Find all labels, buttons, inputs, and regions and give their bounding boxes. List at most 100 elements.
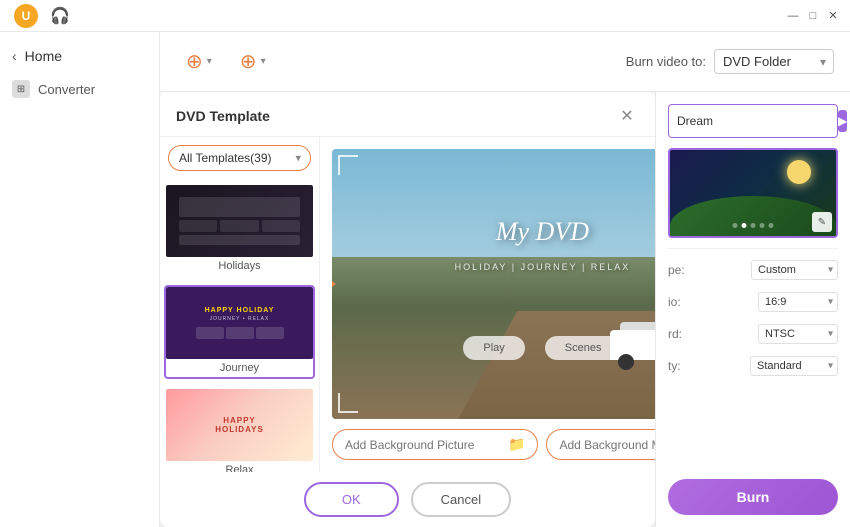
dvd-template-panel: ⊕ ▾ ⊕ ▾ Burn video to: DVD Folder ISO Fi… bbox=[160, 32, 850, 527]
option-ratio-wrapper: 16:9 4:3 bbox=[758, 292, 838, 312]
ok-button[interactable]: OK bbox=[304, 482, 399, 517]
option-quality-select[interactable]: Standard High Quality Low Quality bbox=[750, 356, 838, 376]
title-bar-controls: — □ ✕ bbox=[784, 7, 842, 25]
add-media-button[interactable]: ⊕ ▾ bbox=[176, 43, 222, 80]
dvd-title-text: My DVD bbox=[332, 217, 655, 247]
burn-video-label: Burn video to: bbox=[626, 54, 706, 69]
option-ratio-label: io: bbox=[668, 295, 681, 309]
template-item-journey[interactable]: HAPPY HOLIDAY JOURNEY • RELAX Jo bbox=[164, 285, 315, 379]
user-avatar[interactable]: U bbox=[14, 4, 38, 28]
sidebar-converter-label: Converter bbox=[38, 82, 95, 97]
bg-music-input[interactable] bbox=[559, 438, 655, 452]
template-name-journey: Journey bbox=[166, 359, 313, 377]
option-standard-select[interactable]: NTSC PAL bbox=[758, 324, 838, 344]
title-bar-left: U 🎧 bbox=[8, 4, 784, 28]
search-go-button[interactable]: ▶ bbox=[838, 110, 847, 132]
add-media-icon: ⊕ bbox=[186, 49, 203, 74]
sidebar: ‹ Home ⊞ Converter bbox=[0, 32, 160, 527]
bg-picture-input[interactable] bbox=[345, 438, 500, 452]
thumbnail-dot-5 bbox=[769, 223, 774, 228]
thumbnail-dots bbox=[733, 223, 774, 228]
bg-music-input-wrapper: 📁 bbox=[546, 429, 655, 460]
option-row-standard: rd: NTSC PAL bbox=[668, 323, 838, 345]
template-thumbnail-relax: HAPPYHOLIDAYS bbox=[166, 389, 313, 461]
sidebar-home-label: Home bbox=[25, 48, 62, 64]
preview-canvas: My DVD HOLIDAY | JOURNEY | RELAX Play Sc… bbox=[332, 149, 655, 419]
thumbnail-edit-button[interactable]: ✎ bbox=[812, 212, 832, 232]
thumbnail-moon bbox=[787, 160, 811, 184]
burn-destination-wrapper: DVD Folder ISO File DVD Disc bbox=[714, 49, 834, 74]
dvd-subtitle-text: HOLIDAY | JOURNEY | RELAX bbox=[332, 262, 655, 272]
option-standard-label: rd: bbox=[668, 327, 682, 341]
option-ratio-select[interactable]: 16:9 4:3 bbox=[758, 292, 838, 312]
option-type-wrapper: Custom Standard Widescreen bbox=[751, 260, 838, 280]
add-chapter-button[interactable]: ⊕ ▾ bbox=[230, 43, 276, 80]
thumbnail-dot-2 bbox=[742, 223, 747, 228]
title-bar: U 🎧 — □ ✕ bbox=[0, 0, 850, 32]
option-row-type: pe: Custom Standard Widescreen bbox=[668, 259, 838, 281]
main-content: ‹ Home ⊞ Converter ⊕ ▾ ⊕ ▾ Bu bbox=[0, 32, 850, 527]
template-filter: All Templates(39) Holiday Journey Relax bbox=[160, 137, 319, 179]
add-chapter-dropdown-icon: ▾ bbox=[261, 56, 266, 67]
thumbnail-dot-4 bbox=[760, 223, 765, 228]
bg-picture-input-wrapper: 📁 bbox=[332, 429, 538, 460]
template-name-relax: Relax bbox=[166, 461, 313, 472]
template-thumbnail-holidays bbox=[166, 185, 313, 257]
right-panel-spacer bbox=[668, 387, 838, 469]
burn-destination-select[interactable]: DVD Folder ISO File DVD Disc bbox=[714, 49, 834, 74]
dialog-footer: OK Cancel bbox=[160, 472, 655, 527]
option-quality-label: ty: bbox=[668, 359, 681, 373]
triangle-indicator bbox=[332, 274, 336, 294]
dialog-header: DVD Template ✕ bbox=[160, 92, 655, 137]
maximize-button[interactable]: □ bbox=[804, 7, 822, 25]
sidebar-back-button[interactable]: ‹ Home bbox=[0, 40, 159, 72]
burn-button[interactable]: Burn bbox=[668, 479, 838, 515]
preview-area: My DVD HOLIDAY | JOURNEY | RELAX Play Sc… bbox=[320, 137, 655, 472]
preview-sky bbox=[332, 149, 655, 271]
close-button[interactable]: ✕ bbox=[824, 7, 842, 25]
add-media-dropdown-icon: ▾ bbox=[207, 56, 212, 67]
option-quality-wrapper: Standard High Quality Low Quality bbox=[750, 356, 838, 376]
template-item-holidays[interactable]: Holidays bbox=[164, 183, 315, 277]
option-type-select[interactable]: Custom Standard Widescreen bbox=[751, 260, 838, 280]
template-name-holidays: Holidays bbox=[166, 257, 313, 275]
template-filter-wrapper: All Templates(39) Holiday Journey Relax bbox=[168, 145, 311, 171]
dvd-template-dialog: DVD Template ✕ All Templates(39) Hol bbox=[160, 92, 655, 527]
bg-picture-folder-icon[interactable]: 📁 bbox=[508, 436, 525, 453]
template-thumbnail-journey: HAPPY HOLIDAY JOURNEY • RELAX bbox=[166, 287, 313, 359]
template-list: All Templates(39) Holiday Journey Relax bbox=[160, 137, 320, 472]
dialog-body: All Templates(39) Holiday Journey Relax bbox=[160, 137, 655, 472]
app-window: U 🎧 — □ ✕ ‹ Home ⊞ Converter bbox=[0, 0, 850, 527]
top-toolbar: ⊕ ▾ ⊕ ▾ Burn video to: DVD Folder ISO Fi… bbox=[160, 32, 850, 92]
option-row-quality: ty: Standard High Quality Low Quality bbox=[668, 355, 838, 377]
preview-action-buttons: Play Scenes bbox=[332, 336, 655, 360]
cancel-button[interactable]: Cancel bbox=[411, 482, 511, 517]
dialog-title: DVD Template bbox=[176, 108, 270, 124]
thumbnail-dot-1 bbox=[733, 223, 738, 228]
dialog-close-button[interactable]: ✕ bbox=[615, 104, 639, 128]
template-items: Holidays HAPPY HOLIDAY JOURNEY • RELAX bbox=[160, 179, 319, 472]
corner-decoration-tl bbox=[338, 155, 358, 175]
thumbnail-dot-3 bbox=[751, 223, 756, 228]
right-panel: ▶ ✎ bbox=[655, 92, 850, 527]
converter-icon: ⊞ bbox=[12, 80, 30, 98]
template-filter-select[interactable]: All Templates(39) Holiday Journey Relax bbox=[168, 145, 311, 171]
right-panel-divider bbox=[668, 248, 838, 249]
sidebar-converter-item[interactable]: ⊞ Converter bbox=[0, 72, 159, 106]
add-chapter-icon: ⊕ bbox=[240, 49, 257, 74]
option-type-label: pe: bbox=[668, 263, 685, 277]
corner-decoration-bl bbox=[338, 393, 358, 413]
option-standard-wrapper: NTSC PAL bbox=[758, 324, 838, 344]
scenes-button[interactable]: Scenes bbox=[545, 336, 622, 360]
bottom-inputs: 📁 📁 bbox=[332, 429, 655, 460]
search-input[interactable] bbox=[677, 114, 832, 128]
back-arrow-icon: ‹ bbox=[12, 48, 17, 64]
play-button[interactable]: Play bbox=[463, 336, 524, 360]
option-row-ratio: io: 16:9 4:3 bbox=[668, 291, 838, 313]
dialog-container: DVD Template ✕ All Templates(39) Hol bbox=[160, 92, 850, 527]
template-item-relax[interactable]: HAPPYHOLIDAYS Relax bbox=[164, 387, 315, 472]
minimize-button[interactable]: — bbox=[784, 7, 802, 25]
support-icon[interactable]: 🎧 bbox=[50, 6, 70, 26]
burn-video-section: Burn video to: DVD Folder ISO File DVD D… bbox=[626, 49, 834, 74]
search-box: ▶ bbox=[668, 104, 838, 138]
